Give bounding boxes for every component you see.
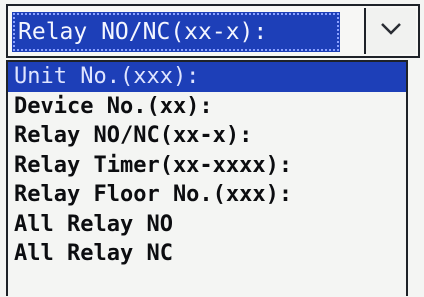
option-unit-no[interactable]: Unit No.(xxx): <box>8 62 406 92</box>
option-relay-timer[interactable]: Relay Timer(xx-xxxx): <box>8 151 406 181</box>
dropdown-list: Unit No.(xxx): Device No.(xx): Relay NO/… <box>6 60 408 296</box>
chevron-down-icon <box>381 23 401 35</box>
dropdown-button[interactable] <box>364 8 416 54</box>
combobox-selected-value[interactable]: Relay NO/NC(xx-x): <box>12 12 340 52</box>
option-all-relay-nc[interactable]: All Relay NC <box>8 239 406 269</box>
option-relay-no-nc[interactable]: Relay NO/NC(xx-x): <box>8 121 406 151</box>
relay-option-combobox[interactable]: Relay NO/NC(xx-x): <box>6 4 420 58</box>
option-all-relay-no[interactable]: All Relay NO <box>8 210 406 240</box>
device-setup-screen: Relay NO/NC(xx-x): Unit No.(xxx): Device… <box>0 0 424 297</box>
option-relay-floor-no[interactable]: Relay Floor No.(xxx): <box>8 180 406 210</box>
option-device-no[interactable]: Device No.(xx): <box>8 92 406 122</box>
